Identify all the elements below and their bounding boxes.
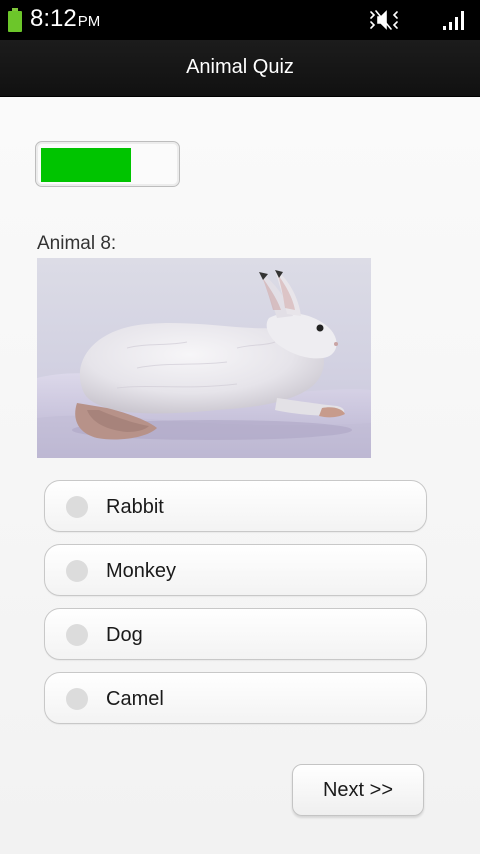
- option-camel[interactable]: Camel: [44, 672, 427, 724]
- option-label: Dog: [106, 624, 143, 646]
- option-dog[interactable]: Dog: [44, 608, 427, 660]
- mute-icon: [370, 10, 398, 30]
- progress-bar: [35, 141, 180, 187]
- status-clock: 8:12PM: [30, 5, 100, 36]
- clock-time: 8:12: [30, 5, 77, 32]
- radio-button[interactable]: [66, 688, 88, 710]
- battery-icon: [8, 8, 22, 32]
- next-button[interactable]: Next >>: [292, 764, 424, 816]
- radio-button[interactable]: [66, 496, 88, 518]
- quiz-content: Animal 8: Rabbit Monkey Dog Camel Next >…: [0, 97, 480, 854]
- status-bar: 8:12PM: [0, 0, 480, 40]
- radio-button[interactable]: [66, 624, 88, 646]
- page-title: Animal Quiz: [186, 56, 294, 78]
- radio-button[interactable]: [66, 560, 88, 582]
- option-monkey[interactable]: Monkey: [44, 544, 427, 596]
- option-label: Monkey: [106, 560, 177, 582]
- progress-fill: [41, 148, 131, 182]
- option-rabbit[interactable]: Rabbit: [44, 480, 427, 532]
- signal-icon: [443, 11, 464, 30]
- animal-photo: [37, 258, 371, 458]
- option-label: Camel: [106, 688, 164, 710]
- question-label: Animal 8:: [37, 233, 117, 254]
- option-label: Rabbit: [106, 496, 164, 518]
- answer-options: Rabbit Monkey Dog Camel: [44, 480, 427, 736]
- clock-ampm: PM: [77, 13, 101, 30]
- app-header: Animal Quiz: [0, 40, 480, 97]
